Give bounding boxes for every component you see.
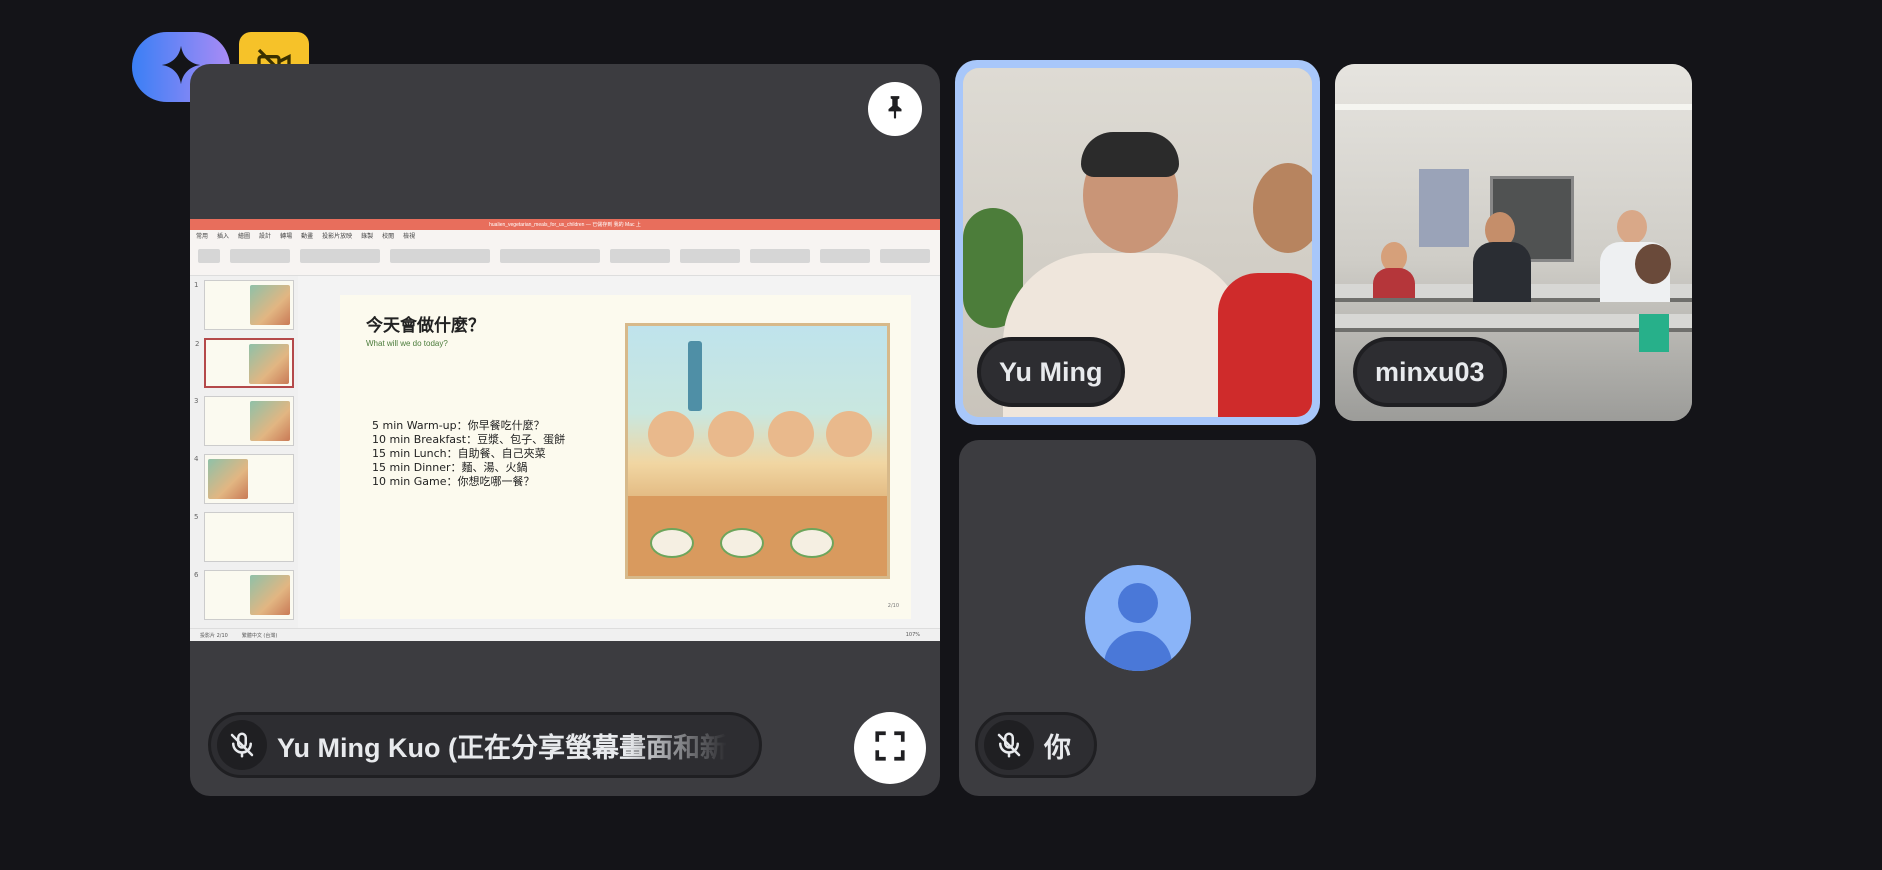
- ribbon-tabs: 常用 插入 繪圖 設計 轉場 動畫 投影片放映 錄製 校閱 檢視: [190, 230, 940, 241]
- ribbon-tab[interactable]: 投影片放映: [322, 231, 352, 240]
- agenda-item: 5 min Warm-up：你早餐吃什麼？: [372, 419, 545, 432]
- ribbon-tab[interactable]: 設計: [259, 231, 271, 240]
- participant-name-pill: Yu Ming: [977, 337, 1125, 407]
- fullscreen-icon: [873, 729, 907, 767]
- pin-icon: [882, 94, 908, 124]
- self-name-pill: 你: [975, 712, 1097, 778]
- slide-thumbnail[interactable]: 1: [194, 280, 294, 330]
- slide-illustration: [625, 323, 890, 579]
- participant-tile-minxu03[interactable]: minxu03: [1335, 64, 1692, 421]
- ribbon-tab[interactable]: 插入: [217, 231, 229, 240]
- agenda-item: 10 min Breakfast：豆漿、包子、蛋餅: [372, 433, 566, 446]
- agenda-item: 15 min Lunch：自助餐、自己夾菜: [372, 447, 546, 460]
- mic-off-icon: [217, 720, 267, 770]
- slide-thumbnail[interactable]: 3: [194, 396, 294, 446]
- self-tile[interactable]: 你: [959, 440, 1316, 796]
- slide-thumbnails: 1 2 3 4 5 6: [190, 276, 298, 629]
- presenter-name-pill: Yu Ming Kuo (正在分享螢幕畫面和新: [208, 712, 762, 778]
- agenda-item: 15 min Dinner：麵、湯、火鍋: [372, 461, 528, 474]
- agenda-list: 5 min Warm-up：你早餐吃什麼？ 10 min Breakfast：豆…: [372, 419, 565, 489]
- agenda-item: 10 min Game：你想吃哪一餐？: [372, 475, 535, 488]
- fullscreen-button[interactable]: [854, 712, 926, 784]
- presenter-label: Yu Ming Kuo (正在分享螢幕畫面和新: [277, 732, 727, 763]
- participant-tile-yu-ming[interactable]: Yu Ming: [955, 60, 1320, 425]
- ribbon-tab[interactable]: 常用: [196, 231, 208, 240]
- participant-name: minxu03: [1375, 356, 1485, 387]
- ribbon-toolbar: [190, 241, 940, 276]
- ribbon-tab[interactable]: 轉場: [280, 231, 292, 240]
- slide-thumbnail[interactable]: 4: [194, 454, 294, 504]
- slide-thumbnail-active[interactable]: 2: [195, 338, 294, 388]
- participant-name: Yu Ming: [999, 356, 1103, 387]
- person-avatar-icon: [1085, 565, 1191, 671]
- slide-thumbnail[interactable]: 5: [194, 512, 294, 562]
- mic-off-icon: [984, 720, 1034, 770]
- self-name: 你: [1044, 732, 1071, 763]
- current-slide: 今天會做什麼？ What will we do today? 5 min War…: [340, 295, 911, 619]
- screen-share-tile[interactable]: hualien_vegetarian_meals_for_us_children…: [190, 64, 940, 796]
- participant-name-pill: minxu03: [1353, 337, 1507, 407]
- status-bar: 投影片 2/10 繁體中文 (台灣) 107%: [190, 628, 940, 641]
- slide-thumbnail[interactable]: 6: [194, 570, 294, 620]
- ribbon-tab[interactable]: 繪圖: [238, 231, 250, 240]
- slide-title: 今天會做什麼？: [366, 316, 485, 336]
- shared-screen: hualien_vegetarian_meals_for_us_children…: [190, 219, 940, 641]
- ribbon-tab[interactable]: 動畫: [301, 231, 313, 240]
- ribbon-tab[interactable]: 錄製: [361, 231, 373, 240]
- ribbon-tab[interactable]: 校閱: [382, 231, 394, 240]
- language-indicator: 繁體中文 (台灣): [241, 632, 278, 639]
- slide-counter: 投影片 2/10: [200, 632, 228, 639]
- slide-page-number: 2/10: [887, 603, 899, 609]
- ribbon-tab[interactable]: 檢視: [403, 231, 415, 240]
- pin-button[interactable]: [868, 82, 922, 136]
- zoom-level: 107%: [905, 632, 920, 638]
- window-title: hualien_vegetarian_meals_for_us_children…: [190, 219, 940, 230]
- slide-subtitle: What will we do today?: [366, 339, 448, 348]
